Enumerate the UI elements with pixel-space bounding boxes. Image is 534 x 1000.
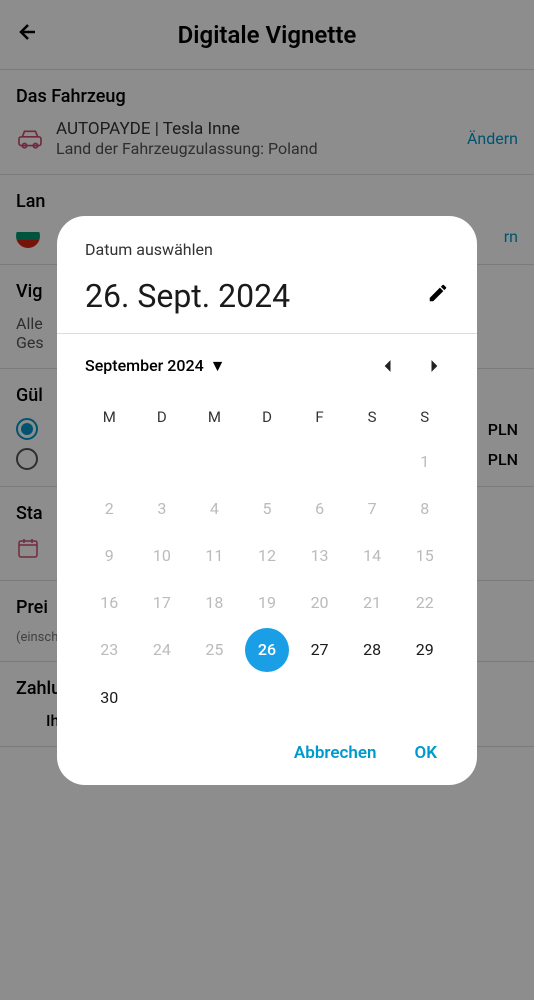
weekday-header: D	[243, 398, 292, 436]
calendar-day[interactable]: 28	[348, 628, 397, 672]
calendar-day: 5	[243, 487, 292, 530]
calendar-day: 17	[138, 581, 187, 624]
calendar-day: 24	[138, 628, 187, 672]
calendar-day: 20	[295, 581, 344, 624]
calendar-day[interactable]: 27	[295, 628, 344, 672]
calendar-day: 11	[190, 534, 239, 577]
calendar-day: 6	[295, 487, 344, 530]
weekday-header: M	[190, 398, 239, 436]
dropdown-icon: ▼	[210, 356, 226, 376]
calendar-day: 22	[400, 581, 449, 624]
month-navigation: September 2024 ▼	[85, 350, 449, 382]
calendar-day: 21	[348, 581, 397, 624]
calendar-day: 16	[85, 581, 134, 624]
datepicker-header: 26. Sept. 2024	[85, 277, 449, 315]
calendar-day: 25	[190, 628, 239, 672]
weekday-header: F	[295, 398, 344, 436]
calendar-day: 4	[190, 487, 239, 530]
calendar-day: 18	[190, 581, 239, 624]
cancel-button[interactable]: Abbrechen	[290, 735, 381, 771]
calendar-day: 19	[243, 581, 292, 624]
calendar-day-selected[interactable]: 26	[245, 628, 289, 672]
next-month-icon[interactable]	[421, 350, 449, 382]
modal-overlay[interactable]: Datum auswählen 26. Sept. 2024 September…	[0, 0, 534, 1000]
datepicker-label: Datum auswählen	[85, 240, 449, 259]
month-year-selector[interactable]: September 2024 ▼	[85, 356, 226, 376]
divider	[57, 333, 477, 334]
weekday-header: S	[348, 398, 397, 436]
weekday-header: M	[85, 398, 134, 436]
weekday-header: D	[138, 398, 187, 436]
calendar-day: 7	[348, 487, 397, 530]
calendar-day: 15	[400, 534, 449, 577]
calendar-day: 1	[400, 440, 449, 483]
calendar-day[interactable]: 29	[400, 628, 449, 672]
weekday-header: S	[400, 398, 449, 436]
calendar-day: 2	[85, 487, 134, 530]
calendar-day: 12	[243, 534, 292, 577]
calendar-day: 8	[400, 487, 449, 530]
datepicker-actions: Abbrechen OK	[85, 735, 449, 771]
calendar-day[interactable]: 30	[85, 676, 134, 719]
calendar-day: 9	[85, 534, 134, 577]
selected-date-display: 26. Sept. 2024	[85, 277, 290, 315]
calendar-day: 10	[138, 534, 187, 577]
date-picker-dialog: Datum auswählen 26. Sept. 2024 September…	[57, 216, 477, 785]
prev-month-icon[interactable]	[373, 350, 401, 382]
calendar-day: 23	[85, 628, 134, 672]
month-label: September 2024	[85, 356, 204, 375]
calendar-day: 13	[295, 534, 344, 577]
edit-date-icon[interactable]	[427, 282, 449, 309]
ok-button[interactable]: OK	[411, 735, 442, 771]
calendar-grid: MDMDFSS123456789101112131415161718192021…	[85, 398, 449, 719]
calendar-day: 14	[348, 534, 397, 577]
calendar-day: 3	[138, 487, 187, 530]
